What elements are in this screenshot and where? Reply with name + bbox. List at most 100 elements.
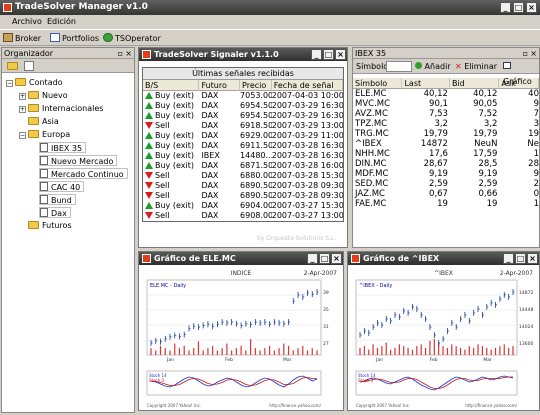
- signal-row[interactable]: Buy (exit)DAX6871.502007-03-28 16:00:00: [143, 161, 343, 171]
- signal-row[interactable]: Buy (exit)DAX6954.502007-03-29 16:30:00: [143, 101, 343, 111]
- signal-row[interactable]: Buy (exit)DAX6954.502007-03-29 16:30:00: [143, 111, 343, 121]
- signal-row[interactable]: SellDAX6890.502007-03-28 09:30:00: [143, 181, 343, 191]
- signal-row[interactable]: Buy (exit)DAX6929.002007-03-29 11:00:00: [143, 131, 343, 141]
- signal-row[interactable]: SellDAX6918.502007-03-29 13:00:00: [143, 121, 343, 131]
- buy-arrow-icon: [145, 142, 153, 149]
- volume-bar: [273, 350, 275, 355]
- close-button[interactable]: ×: [526, 2, 537, 13]
- tree-toggle-icon[interactable]: +: [19, 106, 26, 113]
- signal-row[interactable]: Buy (exit)DAX6911.502007-03-28 16:30:00: [143, 141, 343, 151]
- tsoperator-button[interactable]: TSOperator: [103, 32, 161, 45]
- volume-bar: [150, 348, 152, 355]
- ibex-table: ELE.MC 40,12 40,12 40 MVC.MC 90,1 90,05 9 AVZ.MC…: [353, 89, 539, 209]
- volume-bar: [411, 349, 414, 355]
- chart-ibex-window: Gráfico de ^IBEX _ □ × ^IBEX 2-Apr-2007 ^IBE…: [347, 251, 540, 411]
- remove-button[interactable]: ✕ Eliminar: [455, 59, 497, 74]
- signal-row[interactable]: SellDAX6908.002007-03-27 13:00:00: [143, 211, 343, 221]
- quote-row[interactable]: FAE.MC 19 19 1: [353, 199, 539, 209]
- volume-bar: [311, 348, 313, 355]
- minimize-button[interactable]: _: [500, 2, 511, 13]
- volume-bar: [459, 347, 462, 355]
- tree-item[interactable]: IBEX 35: [39, 142, 87, 153]
- tree-item[interactable]: − Europa: [19, 129, 70, 140]
- volume-bar: [359, 347, 361, 355]
- tree-item-label: Futuros: [42, 221, 72, 230]
- organizer-panel: Organizador × ▫ − Contado + Nuevo + Internaci…: [1, 47, 135, 413]
- ibex-toolbar: Símbolo Añadir ✕ Eliminar Gráfico: [353, 59, 539, 86]
- tree-item[interactable]: Futuros: [19, 220, 72, 231]
- chart-button[interactable]: Gráfico: [503, 59, 539, 89]
- menu-archivo[interactable]: Archivo: [12, 15, 42, 28]
- quote-row[interactable]: JAZ.MC 0,67 0,66 0: [353, 189, 539, 199]
- volume-bar: [503, 344, 505, 355]
- tree-item[interactable]: + Internacionales: [19, 103, 103, 114]
- volume-bar: [403, 346, 405, 355]
- tree-toggle-icon[interactable]: −: [19, 132, 26, 139]
- quote-row[interactable]: NHH.MC 17,6 17,59 1: [353, 149, 539, 159]
- volume-bar: [464, 349, 466, 355]
- tree-item[interactable]: Asia: [19, 116, 59, 127]
- volume-bar: [442, 346, 444, 355]
- quote-row[interactable]: SED.MC 2,59 2,59 2: [353, 179, 539, 189]
- tree-toggle-icon[interactable]: −: [6, 80, 13, 87]
- y-tick-label: 13600: [519, 341, 533, 347]
- volume-bar: [451, 344, 453, 355]
- chart-ibex-min-button[interactable]: _: [503, 253, 514, 264]
- x-tick-label: Mar: [283, 357, 292, 363]
- panel-close-icon[interactable]: ×: [530, 48, 537, 59]
- volume-bar: [254, 348, 256, 355]
- signal-row[interactable]: SellDAX6880.002007-03-28 15:30:00: [143, 171, 343, 181]
- folder-icon: [28, 117, 39, 125]
- new-folder-icon[interactable]: [7, 62, 18, 70]
- portfolios-button[interactable]: Portfolios: [50, 32, 99, 45]
- quote-row[interactable]: ^IBEX 14872 NeuN Ne: [353, 139, 539, 149]
- tree-item[interactable]: + Nuevo: [19, 90, 68, 101]
- tree-item[interactable]: Mercado Continuo: [39, 168, 128, 179]
- y-tick-label: 14448: [519, 307, 533, 313]
- tree-item-label: Dax: [51, 209, 67, 218]
- tree-item[interactable]: − Contado: [6, 77, 63, 88]
- signal-row[interactable]: Buy (exit)DAX6904.002007-03-27 15:30:00: [143, 201, 343, 211]
- quote-row[interactable]: TPZ.MC 3,2 3,2 3: [353, 119, 539, 129]
- chart-ele-min-button[interactable]: _: [307, 253, 318, 264]
- volume-bar: [174, 343, 176, 355]
- maximize-button[interactable]: □: [513, 2, 524, 13]
- add-button[interactable]: Añadir: [415, 59, 451, 74]
- symbol-input[interactable]: [386, 61, 412, 72]
- panel-pin-icon[interactable]: ▫: [118, 48, 123, 59]
- tree-toggle-icon[interactable]: +: [19, 93, 26, 100]
- tree-item[interactable]: Nuevo Mercado: [39, 155, 118, 166]
- signaler-close-button[interactable]: ×: [335, 49, 346, 60]
- tree-item[interactable]: Bund: [39, 194, 76, 205]
- quote-row[interactable]: TRG.MC 19,79 19,79 19: [353, 129, 539, 139]
- quote-row[interactable]: ELE.MC 40,12 40,12 40: [353, 89, 539, 99]
- quote-row[interactable]: MDF.MC 9,19 9,19 9: [353, 169, 539, 179]
- signal-row[interactable]: SellDAX6890.502007-03-28 09:30:00: [143, 191, 343, 201]
- y-tick-label: 14872: [519, 290, 533, 296]
- volume-bar: [468, 346, 470, 355]
- panel-close-icon[interactable]: ×: [125, 48, 132, 59]
- signal-row[interactable]: Buy (exit)DAX7053.002007-04-03 10:00:00: [143, 91, 343, 101]
- chart-ibex-close-button[interactable]: ×: [527, 253, 538, 264]
- volume-bar: [197, 341, 200, 355]
- volume-bar: [231, 350, 233, 355]
- tree-item-label: Europa: [42, 130, 71, 139]
- panel-pin-icon[interactable]: ▫: [523, 48, 528, 59]
- volume-bar: [245, 350, 247, 355]
- tree-item[interactable]: CAC 40: [39, 181, 85, 192]
- tree-item-label: Mercado Continuo: [51, 170, 124, 179]
- broker-button[interactable]: Broker: [3, 32, 41, 45]
- refresh-icon[interactable]: [24, 61, 34, 71]
- tree-item[interactable]: Dax: [39, 207, 71, 218]
- quote-row[interactable]: AVZ.MC 7,53 7,52 7: [353, 109, 539, 119]
- chart-ele-max-button[interactable]: □: [319, 253, 330, 264]
- signaler-min-button[interactable]: _: [311, 49, 322, 60]
- remove-icon: ✕: [455, 62, 462, 71]
- signal-row[interactable]: Buy (exit)IBEX14480...2007-03-28 16:30:0…: [143, 151, 343, 161]
- signaler-max-button[interactable]: □: [323, 49, 334, 60]
- quote-row[interactable]: MVC.MC 90,1 90,05 9: [353, 99, 539, 109]
- quote-row[interactable]: DIN.MC 28,67 28,5 28: [353, 159, 539, 169]
- menu-edicion[interactable]: Edición: [47, 15, 76, 28]
- chart-ibex-max-button[interactable]: □: [515, 253, 526, 264]
- chart-ele-close-button[interactable]: ×: [331, 253, 342, 264]
